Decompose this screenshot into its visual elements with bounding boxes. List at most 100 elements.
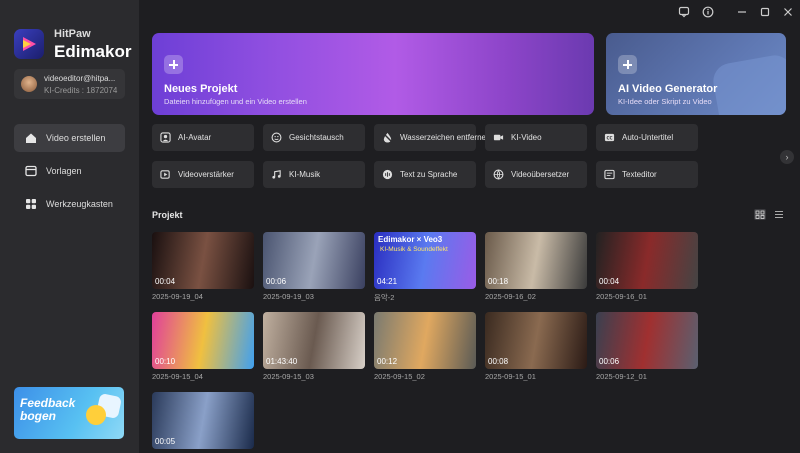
nav-label: Vorlagen [46,166,82,176]
video-duration: 00:18 [488,277,509,286]
video-duration: 00:10 [155,357,176,366]
main-area: Neues Projekt Dateien hinzufügen und ein… [139,0,800,453]
emoji-icon [86,405,106,425]
project-thumbnail[interactable]: 00:05 [152,392,254,449]
tool-ai-avatar[interactable]: AI-Avatar [152,124,254,151]
tool-label: KI-Musik [289,170,321,179]
enhancer-icon [160,170,170,179]
maximize-icon[interactable] [759,6,771,18]
video-duration: 00:04 [599,277,620,286]
message-icon[interactable] [678,6,690,18]
project-thumbnail[interactable]: 00:08 [485,312,587,369]
tool-label: Wasserzeichen entfernen [400,133,491,142]
video-duration: 00:06 [599,357,620,366]
tool-wasserzeichen-entfernen[interactable]: Wasserzeichen entfernen [374,124,490,151]
project-name: 2025-09-12_01 [596,372,647,381]
plus-icon [164,55,183,74]
new-project-card[interactable]: Neues Projekt Dateien hinzufügen und ein… [152,33,594,115]
text-editor-icon [604,169,615,180]
tool-label: Auto-Untertitel [622,133,674,142]
new-project-subtitle: Dateien hinzufügen und ein Video erstell… [164,97,307,106]
video-duration: 01:43:40 [266,357,298,366]
ai-video-icon [493,134,504,141]
project-name: 2025-09-19_03 [263,292,314,301]
project-thumbnail[interactable]: 01:43:40 [263,312,365,369]
tool-auto-untertitel[interactable]: CC Auto-Untertitel [596,124,698,151]
tool-label: KI-Video [511,133,542,142]
feedback-banner[interactable]: Feedback bogen [14,387,124,439]
project-name: 2025-09-19_04 [152,292,203,301]
new-project-title: Neues Projekt [164,83,238,95]
tool-label: Text zu Sprache [400,170,458,179]
tool-ki-video[interactable]: KI-Video [485,124,587,151]
project-thumbnail[interactable]: 00:04 [152,232,254,289]
music-icon [272,170,281,179]
tool-label: Gesichtstausch [289,133,344,142]
project-name: 2025-09-16_01 [596,292,647,301]
tool-gesichtstausch[interactable]: Gesichtstausch [263,124,365,151]
tool-text-zu-sprache[interactable]: Text zu Sprache [374,161,476,188]
ai-credits: KI-Credits : 1872074 [44,86,118,95]
tool-label: Texteditor [622,170,657,179]
nav-label: Werkzeugkasten [46,199,113,209]
project-thumbnail[interactable]: Edimakor × Veo3 KI-Musik & Soundeffekt 04:… [374,232,476,289]
video-duration: 00:08 [488,357,509,366]
home-icon [26,133,36,143]
toolbox-icon [26,199,36,209]
nav-item-video-erstellen[interactable]: Video erstellen [14,124,125,152]
project-name: 2025-09-15_03 [263,372,314,381]
tool-ki-musik[interactable]: KI-Musik [263,161,365,188]
ai-video-generator-card[interactable]: AI Video Generator KI-Idee oder Skript z… [606,33,786,115]
project-name: 음악-2 [374,293,395,302]
close-icon[interactable] [782,6,794,18]
ai-decoration-icon [710,52,786,115]
translate-icon [493,169,504,180]
brand-name: Edimakor [54,42,132,61]
video-duration: 00:12 [377,357,398,366]
scroll-right-icon[interactable]: › [780,150,794,164]
project-thumbnail[interactable]: 00:10 [152,312,254,369]
tool-label: Videoübersetzer [511,170,570,179]
app-logo-icon [14,29,44,59]
project-name: 2025-09-15_02 [374,372,425,381]
nav-item-vorlagen[interactable]: Vorlagen [14,157,125,185]
brand-company: HitPaw [54,28,91,40]
ai-generator-title: AI Video Generator [618,83,718,95]
template-icon [25,165,37,177]
tts-icon [382,169,393,180]
project-name: 2025-09-15_01 [485,372,536,381]
tool-videoübersetzer[interactable]: Videoübersetzer [485,161,587,188]
project-thumbnail[interactable]: 00:04 [596,232,698,289]
project-thumbnail[interactable]: 00:06 [596,312,698,369]
video-duration: 00:06 [266,277,287,286]
thumbnail-overlay-subtitle: KI-Musik & Soundeffekt [380,246,448,253]
minimize-icon[interactable] [736,6,748,18]
sidebar: HitPaw Edimakor videoeditor@hitpa... KI-… [0,0,139,453]
project-name: 2025-09-16_02 [485,292,536,301]
face-swap-icon [271,132,282,143]
project-name: 2025-09-15_04 [152,372,203,381]
nav-label: Video erstellen [46,133,106,143]
info-icon[interactable] [702,6,714,18]
project-thumbnail[interactable]: 00:06 [263,232,365,289]
tool-texteditor[interactable]: Texteditor [596,161,698,188]
plus-icon [618,55,637,74]
avatar [21,76,37,92]
projects-heading: Projekt [152,210,183,220]
grid-view-icon[interactable] [754,209,766,220]
video-duration: 00:04 [155,277,176,286]
account-email: videoeditor@hitpa... [44,74,116,83]
tool-label: AI-Avatar [178,133,212,142]
account-card[interactable]: videoeditor@hitpa... KI-Credits : 187207… [14,69,125,99]
subtitle-icon: CC [604,133,615,142]
svg-text:CC: CC [606,135,612,140]
nav-item-werkzeugkasten[interactable]: Werkzeugkasten [14,190,125,218]
thumbnail-overlay-title: Edimakor × Veo3 [378,235,443,244]
avatar-icon [160,132,171,143]
project-thumbnail[interactable]: 00:12 [374,312,476,369]
watermark-remove-icon [382,132,393,143]
list-view-icon[interactable] [773,209,785,220]
tool-videoverstärker[interactable]: Videoverstärker [152,161,254,188]
project-thumbnail[interactable]: 00:18 [485,232,587,289]
ai-generator-subtitle: KI-Idee oder Skript zu Video [618,97,712,106]
